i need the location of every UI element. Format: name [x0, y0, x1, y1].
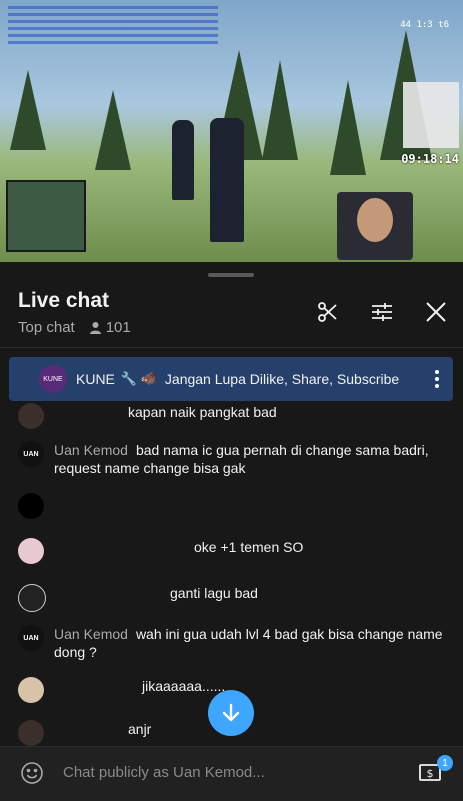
- drag-handle[interactable]: [208, 273, 254, 277]
- filter-settings-button[interactable]: [368, 298, 396, 326]
- avatar: UAN: [18, 441, 44, 467]
- avatar: [18, 493, 44, 519]
- clip-button[interactable]: [314, 298, 342, 326]
- game-clock: 09:18:14: [401, 152, 459, 166]
- avatar: [18, 403, 44, 429]
- emoji-button[interactable]: [20, 761, 44, 785]
- more-options-icon[interactable]: [435, 370, 439, 391]
- message-text: kapan naik pangkat bad: [128, 404, 277, 420]
- chat-mode-selector[interactable]: Top chat: [18, 319, 75, 336]
- smiley-icon: [21, 762, 43, 784]
- pinned-author-emojis: 🔧 🐗: [120, 371, 157, 386]
- video-corner-text: 44 1:3 t6: [400, 20, 449, 30]
- chat-message: UAN Uan Kemod wah ini gua udah lvl 4 bad …: [18, 625, 445, 661]
- tree: [95, 90, 131, 170]
- message-text: jikaaaaaa......: [142, 678, 226, 694]
- character: [172, 120, 194, 200]
- tree: [330, 80, 366, 175]
- chat-message: [18, 493, 445, 519]
- tree: [262, 60, 298, 160]
- avatar: [18, 677, 44, 703]
- chat-message: oke +1 temen SO: [18, 538, 445, 564]
- chat-message: ganti lagu bad: [18, 584, 445, 612]
- close-button[interactable]: [422, 298, 450, 326]
- person-icon: [89, 322, 101, 334]
- message-text: anjr: [128, 721, 152, 737]
- streamer-webcam: [337, 192, 413, 260]
- header-divider: [0, 347, 463, 348]
- game-minimap: [6, 180, 86, 252]
- avatar: [18, 584, 46, 612]
- message-text: ganti lagu bad: [170, 585, 258, 601]
- arrow-down-icon: [222, 703, 240, 722]
- viewer-count: 101: [89, 319, 131, 336]
- tree: [10, 70, 46, 150]
- chat-input[interactable]: Chat publicly as Uan Kemod...: [63, 764, 393, 781]
- pinned-message[interactable]: KUNE KUNE 🔧 🐗 Jangan Lupa Dilike, Share,…: [9, 357, 453, 401]
- game-hud-panel: [403, 82, 459, 148]
- pinned-message-text: Jangan Lupa Dilike, Share, Subscribe J: [164, 371, 401, 387]
- live-chat-panel: Live chat Top chat 101 KUNE KUNE 🔧 🐗 Jan…: [0, 262, 463, 801]
- pinned-author-avatar: KUNE: [39, 365, 67, 393]
- video-player[interactable]: 44 1:3 t6 09:18:14: [0, 0, 463, 262]
- tune-icon: [372, 303, 392, 321]
- character: [210, 118, 244, 242]
- chat-message: UAN Uan Kemod bad nama ic gua pernah di c…: [18, 441, 445, 477]
- scroll-to-bottom-button[interactable]: [208, 690, 254, 736]
- chat-input-bar: Chat publicly as Uan Kemod... $ 1: [0, 746, 463, 801]
- notification-badge: 1: [437, 755, 453, 771]
- pinned-author-name: KUNE: [76, 371, 115, 387]
- svg-text:$: $: [427, 767, 434, 780]
- chat-message: kapan naik pangkat bad: [18, 403, 445, 429]
- close-icon: [426, 302, 446, 322]
- message-text: oke +1 temen SO: [194, 539, 304, 555]
- author-name[interactable]: Uan Kemod: [54, 442, 128, 458]
- author-name[interactable]: Uan Kemod: [54, 626, 128, 642]
- game-chat-overlay: [8, 6, 218, 46]
- chat-subtitle: Top chat 101: [18, 319, 131, 336]
- scissors-icon: [318, 302, 337, 322]
- avatar: [18, 538, 44, 564]
- avatar: [18, 720, 44, 746]
- chat-title: Live chat: [18, 289, 110, 312]
- viewer-count-value: 101: [105, 319, 131, 336]
- avatar: UAN: [18, 625, 44, 651]
